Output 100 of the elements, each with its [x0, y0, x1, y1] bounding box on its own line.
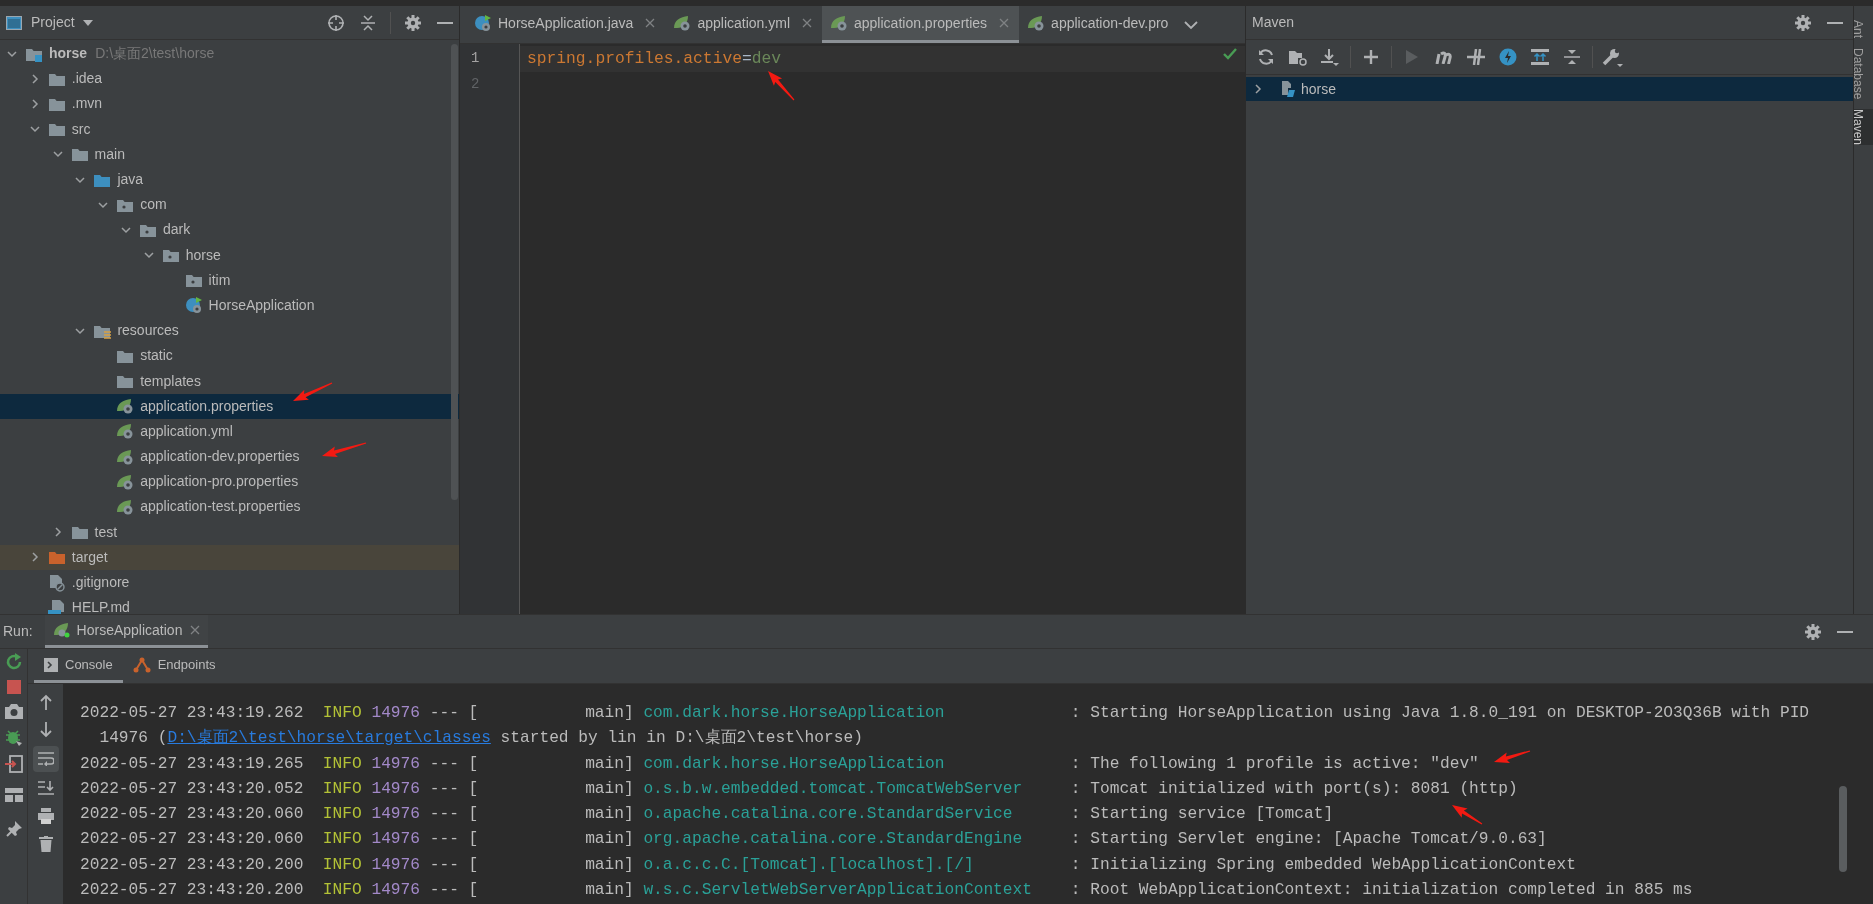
tree-item[interactable]: java — [0, 166, 459, 193]
scrollbar[interactable] — [1839, 786, 1847, 872]
tree-item[interactable]: target — [0, 544, 459, 570]
tree-item[interactable]: itim — [0, 267, 459, 293]
tree-item[interactable]: com — [0, 192, 459, 218]
editor-tab[interactable]: application-dev.pro — [1019, 6, 1179, 43]
log-timestamp: 2022-05-27 23:43:20.060 — [80, 804, 304, 826]
log-pid: 14976 — [371, 854, 420, 876]
settings-icon[interactable] — [1795, 14, 1811, 31]
console-tab[interactable]: Endpoints — [122, 649, 226, 683]
log-message: : Tomcat initialized with port(s): 8081 (http) — [1070, 778, 1518, 800]
tree-item[interactable]: test — [0, 519, 459, 545]
collapse-all-icon[interactable] — [360, 13, 376, 32]
line-number: 1 — [470, 49, 481, 68]
close-icon[interactable] — [802, 18, 812, 28]
side-tool-tab[interactable]: Maven — [1854, 109, 1873, 146]
tree-item[interactable]: horse — [1246, 77, 1853, 101]
project-view-icon — [6, 15, 22, 30]
log-level: INFO — [322, 703, 362, 724]
editor-tab[interactable]: application.properties — [822, 6, 1020, 43]
editor-tab[interactable]: application.yml — [665, 6, 822, 43]
endpoints-icon — [132, 656, 151, 673]
soft-wrap-button[interactable] — [32, 746, 59, 772]
log-timestamp: 2022-05-27 23:43:19.265 — [80, 753, 304, 775]
tree-item[interactable]: HELP.md — [0, 595, 459, 614]
file-link[interactable]: D:\桌面2\test\horse\target\classes — [167, 726, 491, 752]
log-logger: com.dark.horse.HorseApplication — [643, 753, 946, 775]
log-logger: o.s.b.w.embedded.tomcat.TomcatWebServer — [643, 778, 1024, 800]
tree-item-label: itim — [208, 270, 231, 290]
stop-icon[interactable] — [6, 680, 21, 694]
settings-icon[interactable] — [1805, 623, 1821, 640]
log-thread: --- [ main] — [429, 804, 634, 826]
rerun-icon[interactable] — [4, 653, 23, 671]
tree-item[interactable]: src — [0, 116, 459, 142]
check-icon — [1223, 48, 1237, 60]
tree-item[interactable]: HorseApplication — [0, 292, 459, 319]
layout-icon[interactable] — [4, 788, 23, 802]
log-level: INFO — [322, 829, 362, 851]
locate-icon[interactable] — [327, 13, 345, 32]
camera-icon[interactable] — [4, 703, 23, 719]
tree-item[interactable]: horse — [0, 242, 459, 268]
log-message: : Starting Servlet engine: [Apache Tomcat/9.0.63] — [1070, 829, 1547, 851]
up-arrow-icon[interactable] — [39, 694, 52, 710]
scrollbar[interactable] — [451, 44, 458, 500]
markdown-file-icon — [47, 598, 66, 614]
tree-item-label: .mvn — [71, 94, 103, 114]
down-arrow-icon[interactable] — [39, 722, 52, 738]
tree-item[interactable]: application.yml — [0, 418, 459, 444]
caret-icon[interactable] — [82, 19, 93, 26]
log-timestamp: 2022-05-27 23:43:20.200 — [80, 854, 304, 876]
tree-item[interactable]: templates — [0, 368, 459, 394]
close-icon[interactable] — [190, 625, 201, 635]
chevron-right-icon[interactable] — [1252, 83, 1264, 95]
run-tab[interactable]: HorseApplication — [44, 615, 209, 648]
editor-tab[interactable]: HorseApplication.java — [466, 6, 666, 43]
log-pid: 14976 — [371, 880, 420, 902]
tree-item[interactable]: static — [0, 343, 459, 369]
tree-item-label: HELP.md — [71, 598, 130, 614]
tree-item[interactable]: .mvn — [0, 91, 459, 117]
log-logger: o.a.c.c.C.[Tomcat].[localhost].[/] — [643, 854, 975, 876]
tree-item[interactable]: resources — [0, 318, 459, 344]
folder-icon — [70, 524, 89, 541]
log-pid: 14976 — [371, 703, 420, 724]
tree-item-label: dark — [163, 220, 191, 240]
log-message: : The following 1 profile is active: "dev" — [1070, 753, 1479, 775]
tree-item[interactable]: dark — [0, 217, 459, 243]
tree-item[interactable]: .gitignore — [0, 569, 459, 596]
exit-icon[interactable] — [4, 755, 23, 773]
close-icon[interactable] — [645, 18, 656, 28]
tree-item[interactable]: application-test.properties — [0, 494, 459, 520]
pin-icon[interactable] — [5, 821, 22, 837]
tree-item-label: HorseApplication — [208, 295, 315, 315]
scroll-to-end-icon[interactable] — [37, 780, 54, 796]
chevron-down-icon[interactable] — [1184, 19, 1199, 30]
ignored-file-icon — [47, 573, 66, 592]
tree-item-label: horse — [185, 245, 221, 265]
side-tool-tab[interactable]: Ant — [1854, 20, 1873, 38]
bug-icon[interactable] — [4, 728, 23, 746]
tree-item-label: .gitignore — [71, 573, 130, 593]
tree-item-label: test — [94, 522, 118, 542]
log-message: : Initializing Spring embedded WebApplicationContext — [1070, 854, 1576, 876]
annotation-arrow — [293, 382, 333, 401]
tree-item[interactable]: application-pro.properties — [0, 469, 459, 495]
log-level: INFO — [322, 804, 362, 826]
side-tool-tab[interactable]: Database — [1854, 48, 1873, 100]
log-thread: --- [ main] — [429, 829, 634, 851]
print-icon[interactable] — [37, 808, 54, 824]
tree-item[interactable]: horse D:\桌面2\test\horse — [0, 41, 459, 67]
tree-item[interactable]: application.properties — [0, 393, 459, 419]
spring-leaf-icon — [830, 15, 848, 31]
panel-title: Run: — [3, 622, 33, 641]
settings-icon[interactable] — [405, 14, 421, 31]
log-pid: 14976 — [371, 778, 420, 800]
tree-item[interactable]: main — [0, 141, 459, 167]
spring-leaf-icon — [116, 498, 135, 515]
tree-item[interactable]: application-dev.properties — [0, 444, 459, 470]
tree-item[interactable]: .idea — [0, 66, 459, 92]
trash-icon[interactable] — [38, 836, 53, 852]
panel-title: Maven — [1252, 13, 1295, 32]
panel-title[interactable]: Project — [31, 12, 75, 33]
